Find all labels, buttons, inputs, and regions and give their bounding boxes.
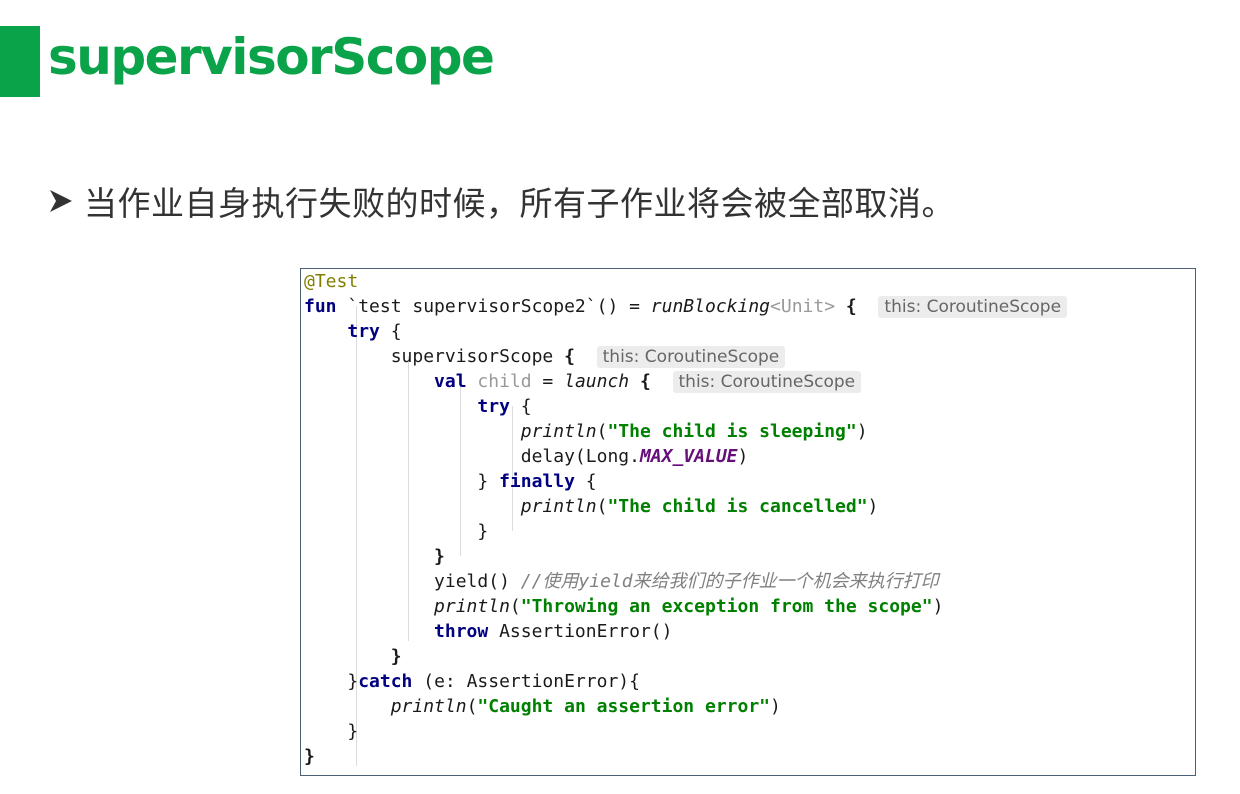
- code-brace: }: [347, 721, 359, 742]
- code-line: }: [304, 744, 315, 769]
- code-brace: }: [434, 546, 445, 567]
- code-run-blocking: runBlocking: [650, 296, 771, 317]
- code-line: throw AssertionError(): [304, 619, 672, 644]
- code-line: }: [304, 544, 445, 569]
- code-brace: }: [477, 471, 489, 492]
- page-title: supervisorScope: [48, 28, 495, 86]
- code-delay-call: delay(Long.: [520, 446, 640, 467]
- code-keyword: fun: [304, 296, 337, 317]
- code-line: }: [304, 719, 358, 744]
- code-brace: }: [347, 671, 359, 692]
- code-line: println("The child is sleeping"): [520, 421, 868, 442]
- scope-hint: this: CoroutineScope: [672, 371, 862, 393]
- code-string: "Throwing an exception from the scope": [520, 596, 933, 617]
- scope-hint: this: CoroutineScope: [596, 346, 786, 368]
- code-brace: {: [509, 396, 532, 417]
- code-keyword: try: [347, 321, 380, 342]
- code-string: "The child is cancelled": [607, 496, 868, 517]
- code-function-name: `test supervisorScope2`() =: [336, 296, 651, 317]
- code-comment: //使用yield来给我们的子作业一个机会来执行打印: [520, 571, 939, 592]
- code-string: "Caught an assertion error": [477, 696, 771, 717]
- code-line: supervisorScope { this: CoroutineScope: [304, 344, 786, 369]
- bullet-text: 当作业自身执行失败的时候，所有子作业将会被全部取消。: [84, 184, 955, 223]
- code-line: }catch (e: AssertionError){: [304, 669, 640, 694]
- code-line: println("Caught an assertion error"): [390, 696, 781, 717]
- code-line: }: [304, 519, 488, 544]
- code-line: @Test: [304, 269, 358, 294]
- code-println: println: [520, 496, 597, 517]
- code-paren: ): [867, 496, 879, 517]
- bullet-point: 当作业自身执行失败的时候，所有子作业将会被全部取消。: [48, 176, 955, 226]
- code-assertion-ctor: AssertionError(): [488, 621, 673, 642]
- code-keyword: catch: [358, 671, 413, 692]
- code-line: } finally {: [304, 469, 597, 494]
- code-brace: {: [553, 346, 575, 367]
- code-brace: {: [574, 471, 597, 492]
- code-line: println("The child is cancelled"): [520, 496, 879, 517]
- code-line: yield() //使用yield来给我们的子作业一个机会来执行打印: [304, 569, 939, 594]
- code-line: try {: [304, 319, 402, 344]
- code-println: println: [390, 696, 467, 717]
- code-line: }: [304, 644, 402, 669]
- code-brace: }: [304, 746, 315, 767]
- code-brace: {: [379, 321, 402, 342]
- code-line: delay(Long.MAX_VALUE): [304, 444, 749, 469]
- code-variable: child: [466, 371, 532, 392]
- code-annotation: @Test: [304, 271, 359, 292]
- code-line: val child = launch { this: CoroutineScop…: [304, 369, 862, 394]
- code-keyword: finally: [499, 471, 575, 492]
- code-line: try {: [304, 394, 532, 419]
- code-type-param: <Unit>: [770, 296, 836, 317]
- code-keyword: try: [477, 396, 510, 417]
- code-yield-call: yield(): [434, 571, 521, 592]
- code-brace: }: [477, 521, 489, 542]
- code-paren: ): [932, 596, 944, 617]
- code-line: fun `test supervisorScope2`() = runBlock…: [304, 294, 1068, 319]
- code-launch-call: launch: [564, 371, 630, 392]
- code-paren: ): [737, 446, 749, 467]
- code-catch-params: (e: AssertionError){: [412, 671, 640, 692]
- code-keyword: val: [434, 371, 467, 392]
- code-brace: }: [390, 646, 402, 667]
- code-paren: ): [770, 696, 781, 717]
- code-block: @Test fun `test supervisorScope2`() = ru…: [300, 268, 1196, 776]
- scope-hint: this: CoroutineScope: [878, 296, 1068, 318]
- arrow-bullet-icon: [50, 190, 72, 212]
- code-paren: ): [856, 421, 868, 442]
- code-supervisor-call: supervisorScope: [390, 346, 554, 367]
- code-println: println: [434, 596, 510, 617]
- code-brace: {: [835, 296, 857, 317]
- title-accent-bar: [0, 26, 40, 97]
- code-brace: {: [629, 371, 651, 392]
- code-line: println("Throwing an exception from the …: [434, 596, 944, 617]
- code-string: "The child is sleeping": [607, 421, 857, 442]
- code-constant: MAX_VALUE: [639, 446, 738, 467]
- code-keyword: throw: [434, 621, 489, 642]
- code-println: println: [520, 421, 597, 442]
- code-assign: =: [531, 371, 565, 392]
